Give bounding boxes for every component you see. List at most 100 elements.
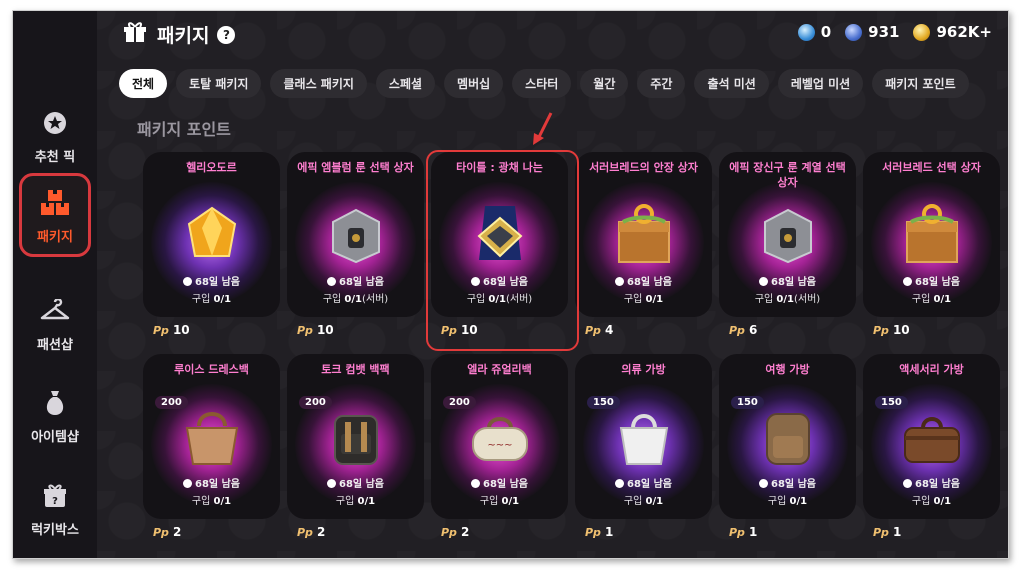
doctor-bag-icon: [897, 402, 967, 472]
tab-starter[interactable]: 스타터: [512, 69, 572, 98]
price: Pp 2: [297, 525, 325, 539]
price: Pp 2: [441, 525, 469, 539]
remaining-text: 68일 남음: [915, 479, 960, 490]
purchase-value: 0/1: [776, 294, 794, 305]
price-value: 2: [172, 525, 182, 539]
tab-all[interactable]: 전체: [119, 69, 168, 98]
tab-total-package[interactable]: 토탈 패키지: [176, 69, 262, 98]
sidebar-item-package[interactable]: 패키지: [19, 173, 91, 257]
card-panel: 엘라 쥬얼리백 200 ~~~ 68일 남음 구입 0/1: [431, 354, 568, 519]
tab-attendance-mission[interactable]: 출석 미션: [694, 69, 769, 98]
purchase-limit: 구입 0/1: [143, 492, 280, 507]
steel-chest-icon: [321, 200, 391, 270]
price-value: 2: [316, 525, 326, 539]
package-card-epic-accessory-rune-box[interactable]: 에픽 장신구 룬 계열 선택 상자 68일 남음 구입 0/1(서버) Pp 6: [719, 152, 856, 341]
duffel-bag-icon: ~~~: [465, 402, 535, 472]
remaining-text: 68일 남음: [195, 277, 240, 288]
card-title: 서러브레드 선택 상자: [882, 161, 981, 174]
package-point-icon: Pp: [153, 323, 169, 337]
currency-bar: 0 931 962K+: [784, 23, 992, 41]
help-icon[interactable]: ?: [217, 25, 236, 44]
currency-gold: 962K+: [913, 23, 992, 41]
clock-icon: [471, 479, 480, 488]
purchase-label: 구입: [911, 294, 931, 305]
tab-weekly[interactable]: 주간: [637, 69, 686, 98]
purchase-label: 구입: [335, 496, 355, 507]
blue-gem-coin-icon: [797, 23, 815, 41]
category-tabs: 전체 토탈 패키지 클래스 패키지 스페셜 멤버십 스타터 월간 주간 출석 미…: [119, 69, 978, 98]
package-card-accessory-bag[interactable]: 액세서리 가방 150 68일 남음 구입 0/1 Pp 1: [863, 354, 1000, 543]
purchase-value: 0/1: [357, 496, 376, 507]
remaining-time: 68일 남음: [575, 475, 712, 490]
purchase-suffix: (서버): [793, 294, 821, 305]
purchase-limit: 구입 0/1: [143, 290, 280, 305]
package-card-thoroughbred-select-box[interactable]: 서러브레드 선택 상자 68일 남음 구입 0/1 Pp 10: [863, 152, 1000, 341]
purchase-label: 구입: [767, 496, 787, 507]
svg-text:?: ?: [52, 496, 58, 507]
sidebar-item-luckybox[interactable]: ? 럭키박스: [19, 466, 91, 550]
card-panel: 의류 가방 150 68일 남음 구입 0/1: [575, 354, 712, 519]
purchase-label: 구입: [191, 294, 211, 305]
package-card-lewis-dress-bag[interactable]: 루이스 드레스백 200 68일 남음 구입 0/1 Pp 2: [143, 354, 280, 543]
purchase-limit: 구입 0/1(서버): [719, 290, 856, 305]
package-card-travel-bag[interactable]: 여행 가방 150 68일 남음 구입 0/1 Pp 1: [719, 354, 856, 543]
tab-package-point[interactable]: 패키지 포인트: [872, 69, 969, 98]
tab-levelup-mission[interactable]: 레벨업 미션: [777, 69, 864, 98]
card-title: 토크 컴뱃 백팩: [321, 363, 390, 376]
money-bag-icon: [38, 386, 72, 420]
remaining-text: 68일 남음: [195, 479, 240, 490]
package-card-heliodor[interactable]: 헬리오도르 68일 남음 구입 0/1 Pp 10: [143, 152, 280, 341]
package-point-icon: Pp: [441, 525, 457, 539]
handbag-icon: [177, 402, 247, 472]
package-card-thoroughbred-saddle-box[interactable]: 서러브레드의 안장 상자 68일 남음 구입 0/1 Pp 4: [575, 152, 712, 341]
price-value: 4: [604, 323, 614, 337]
page-title-text: 패키지: [157, 25, 210, 47]
price: Pp 6: [729, 323, 757, 337]
remaining-time: 68일 남음: [719, 273, 856, 288]
remaining-text: 68일 남음: [483, 479, 528, 490]
purchase-value: 0/1: [344, 294, 362, 305]
highlight-box: [426, 150, 579, 351]
wooden-chest-icon: [897, 200, 967, 270]
price: Pp 1: [585, 525, 613, 539]
tab-monthly[interactable]: 월간: [580, 69, 629, 98]
tab-membership[interactable]: 멤버십: [444, 69, 504, 98]
price-value: 10: [892, 323, 910, 337]
package-point-icon: Pp: [585, 323, 601, 337]
package-card-clothing-bag[interactable]: 의류 가방 150 68일 남음 구입 0/1 Pp 1: [575, 354, 712, 543]
card-title: 서러브레드의 안장 상자: [589, 161, 698, 174]
remaining-time: 68일 남음: [431, 475, 568, 490]
package-boxes-icon: [38, 186, 72, 220]
remaining-time: 68일 남음: [863, 475, 1000, 490]
tab-special[interactable]: 스페셜: [375, 69, 436, 98]
price: Pp 1: [873, 525, 901, 539]
svg-text:~~~: ~~~: [487, 440, 512, 451]
price: Pp 10: [873, 323, 910, 337]
card-title: 에픽 엠블럼 룬 선택 상자: [297, 161, 414, 174]
remaining-text: 68일 남음: [339, 479, 384, 490]
sidebar-item-recommended[interactable]: 추천 픽: [19, 93, 91, 177]
purchase-value: 0/1: [645, 294, 664, 305]
sidebar-item-itemshop[interactable]: 아이템샵: [19, 373, 91, 457]
card-panel: 토크 컴뱃 백팩 200 68일 남음 구입 0/1: [287, 354, 424, 519]
purchase-limit: 구입 0/1: [575, 492, 712, 507]
purchase-value: 0/1: [501, 496, 520, 507]
currency-gem: 0: [797, 23, 832, 41]
purchase-limit: 구입 0/1(서버): [287, 290, 424, 305]
purchase-label: 구입: [911, 496, 931, 507]
package-card-torque-combat-backpack[interactable]: 토크 컴뱃 백팩 200 68일 남음 구입 0/1 Pp 2: [287, 354, 424, 543]
price-value: 2: [460, 525, 470, 539]
currency-value: 0: [820, 23, 832, 41]
purchase-label: 구입: [623, 294, 643, 305]
backpack-icon: [321, 402, 391, 472]
blue-coin-icon: [845, 23, 863, 41]
clock-icon: [327, 277, 336, 286]
card-title: 에픽 장신구 룬 계열 선택 상자: [729, 161, 846, 189]
package-card-ella-jewelry-bag[interactable]: 엘라 쥬얼리백 200 ~~~ 68일 남음 구입 0/1 Pp 2: [431, 354, 568, 543]
tab-class-package[interactable]: 클래스 패키지: [270, 69, 367, 98]
package-point-icon: Pp: [729, 323, 745, 337]
package-card-epic-emblem-rune-box[interactable]: 에픽 엠블럼 룬 선택 상자 68일 남음 구입 0/1(서버) Pp 10: [287, 152, 424, 341]
wooden-chest-icon: [609, 200, 679, 270]
sidebar-item-fashion[interactable]: 패션샵: [19, 281, 91, 365]
card-title: 엘라 쥬얼리백: [467, 363, 532, 376]
